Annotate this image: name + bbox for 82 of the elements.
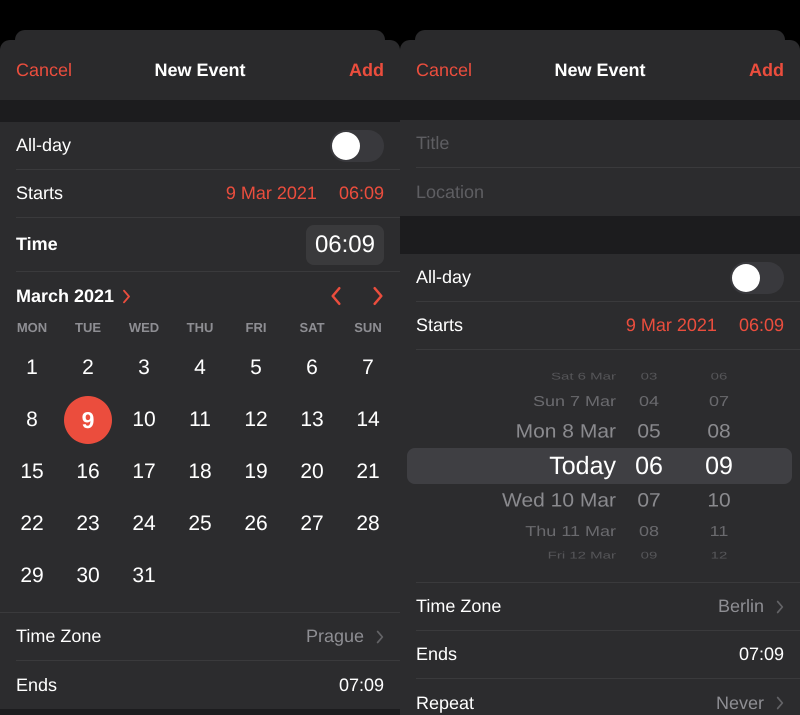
day-button[interactable]: 26 — [232, 500, 280, 548]
add-button[interactable]: Add — [749, 60, 784, 80]
day-button[interactable]: 22 — [8, 500, 56, 548]
date-value[interactable]: 9 Mar 2021 — [226, 183, 317, 204]
row-label: All-day — [16, 135, 72, 156]
weekday-label: MON — [16, 320, 48, 337]
weekday-label: WED — [128, 320, 160, 337]
day-button[interactable]: 14 — [344, 396, 392, 444]
day-button[interactable]: 21 — [344, 448, 392, 496]
day-button[interactable]: 24 — [120, 500, 168, 548]
row-value[interactable]: Berlin — [718, 596, 764, 617]
row-label: Time — [16, 234, 58, 255]
day-button[interactable]: 3 — [120, 344, 168, 392]
day-button[interactable]: 9 — [64, 396, 112, 444]
day-button[interactable]: 30 — [64, 552, 112, 600]
cancel-button[interactable]: Cancel — [416, 60, 472, 80]
picker-item[interactable]: 05 — [637, 422, 661, 442]
cancel-button[interactable]: Cancel — [16, 60, 72, 80]
day-button[interactable]: 5 — [232, 344, 280, 392]
day-button[interactable]: 6 — [288, 344, 336, 392]
row-label: Repeat — [416, 692, 474, 714]
row-label: All-day — [416, 267, 472, 288]
picker-item[interactable]: 09 — [705, 454, 733, 478]
row-value[interactable]: 07:09 — [338, 674, 384, 696]
month-title[interactable]: March 2021 — [16, 286, 114, 306]
picker-item[interactable]: Today — [549, 454, 616, 478]
picker-item[interactable]: Wed 10 Mar — [502, 490, 616, 510]
screen-title: New Event — [154, 60, 246, 80]
row-label: Ends — [416, 644, 458, 665]
row-value[interactable]: 07:09 — [738, 644, 784, 665]
day-button[interactable]: 28 — [344, 500, 392, 548]
day-button[interactable]: 4 — [176, 344, 224, 392]
time-button[interactable]: 06:09 — [306, 224, 384, 264]
row-value[interactable]: Prague — [306, 626, 364, 647]
day-button[interactable]: 18 — [176, 448, 224, 496]
chevron-right-icon[interactable] — [122, 288, 132, 304]
day-button[interactable]: 25 — [176, 500, 224, 548]
chevron-right-icon[interactable] — [376, 630, 384, 644]
picker-item[interactable]: 10 — [707, 490, 731, 510]
date-value[interactable]: 9 Mar 2021 — [626, 315, 717, 336]
row-label: Time Zone — [16, 626, 102, 647]
day-button[interactable]: 15 — [8, 448, 56, 496]
day-button[interactable]: 1 — [8, 344, 56, 392]
day-button[interactable]: 20 — [288, 448, 336, 496]
day-button[interactable]: 10 — [120, 396, 168, 444]
day-button[interactable]: 8 — [8, 396, 56, 444]
day-button[interactable]: 23 — [64, 500, 112, 548]
day-button[interactable]: 16 — [64, 448, 112, 496]
day-button[interactable]: 7 — [344, 344, 392, 392]
toggle-switch[interactable] — [730, 262, 784, 294]
day-button[interactable]: 19 — [232, 448, 280, 496]
row-label: Starts — [416, 315, 464, 336]
toggle-switch[interactable] — [330, 130, 384, 162]
chevron-right-icon[interactable] — [776, 600, 784, 614]
row-label: Starts — [16, 183, 64, 204]
weekday-label: SUN — [353, 320, 383, 337]
time-value[interactable]: 06:09 — [738, 315, 784, 336]
day-button[interactable]: 13 — [288, 396, 336, 444]
row-label: Ends — [16, 674, 58, 696]
day-button[interactable]: 27 — [288, 500, 336, 548]
picker-item[interactable]: 08 — [707, 422, 731, 442]
weekday-label: SAT — [298, 320, 326, 337]
row-value[interactable]: Never — [716, 692, 764, 714]
day-button[interactable]: 11 — [176, 396, 224, 444]
chevron-left-icon[interactable] — [330, 286, 342, 306]
day-button[interactable]: 31 — [120, 552, 168, 600]
chevron-right-icon[interactable] — [372, 286, 384, 306]
screen-title: New Event — [554, 60, 646, 80]
day-button[interactable]: 12 — [232, 396, 280, 444]
day-button[interactable]: 17 — [120, 448, 168, 496]
weekday-label: TUE — [74, 320, 102, 337]
add-button[interactable]: Add — [349, 60, 384, 80]
picker-item[interactable]: Mon 8 Mar — [516, 422, 616, 442]
picker-item[interactable]: 06 — [635, 454, 663, 478]
day-button[interactable]: 2 — [64, 344, 112, 392]
day-button[interactable]: 29 — [8, 552, 56, 600]
picker-item[interactable]: 07 — [637, 490, 661, 510]
time-value[interactable]: 06:09 — [338, 183, 384, 204]
row-label: Time Zone — [416, 596, 502, 617]
weekday-label: THU — [186, 320, 214, 337]
weekday-label: FRI — [244, 320, 268, 337]
chevron-right-icon[interactable] — [776, 696, 784, 710]
